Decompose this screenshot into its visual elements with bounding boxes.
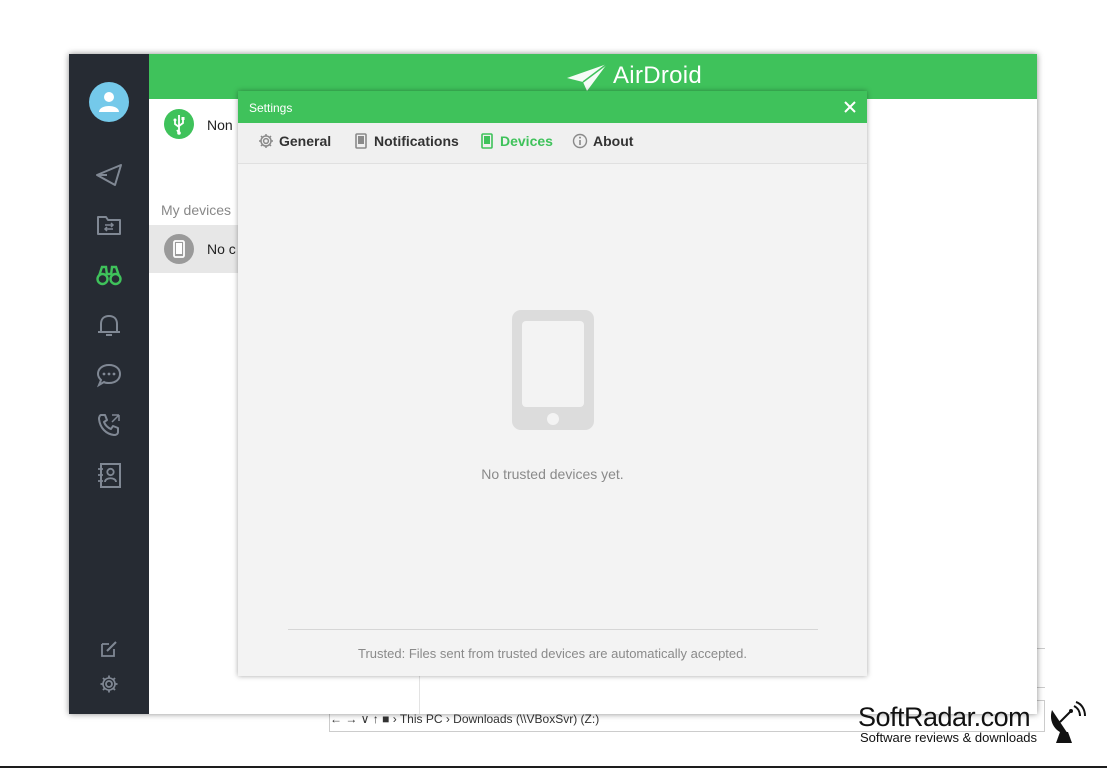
- avatar[interactable]: [89, 82, 129, 122]
- softradar-watermark: SoftRadar.com Software reviews & downloa…: [858, 701, 1098, 752]
- tab-notifications[interactable]: Notifications: [353, 133, 459, 153]
- tab-devices-label: Devices: [500, 133, 553, 149]
- airdroid-plane-icon: [567, 63, 608, 91]
- settings-dialog: Settings General Notifications Devices A…: [238, 91, 867, 676]
- divider: [288, 629, 818, 630]
- tray-down-icon: [1047, 62, 1059, 73]
- watermark-title: SoftRadar.com: [858, 702, 1031, 732]
- explorer-address-bar[interactable]: ← → ∨ ↑ ■ › This PC › Downloads (\\VBoxS…: [330, 712, 750, 726]
- close-window-button[interactable]: [1090, 60, 1107, 80]
- minimize-to-tray-button[interactable]: [1042, 60, 1064, 80]
- screen-bottom-border: [0, 766, 1107, 768]
- close-icon: [1095, 62, 1107, 74]
- usb-status-label: Non: [207, 117, 233, 133]
- settings-title: Settings: [249, 101, 293, 115]
- edit-icon[interactable]: [99, 639, 119, 659]
- background-explorer-edge: [1036, 648, 1045, 688]
- settings-close-button[interactable]: [840, 97, 860, 117]
- airdroid-logo: AirDroid: [565, 60, 702, 94]
- tab-general[interactable]: General: [258, 133, 331, 153]
- satellite-dish-icon: [1050, 701, 1086, 743]
- minimize-icon: [1071, 71, 1081, 73]
- gear-icon: [258, 133, 274, 149]
- tab-notifications-label: Notifications: [374, 133, 459, 149]
- sidebar: [69, 54, 149, 714]
- user-icon: [99, 92, 119, 112]
- phone-icon: [479, 133, 495, 150]
- tab-about-label: About: [593, 133, 634, 149]
- tab-devices[interactable]: Devices: [479, 133, 553, 153]
- device-status-label: No c: [207, 241, 236, 257]
- file-transfer-icon[interactable]: [95, 211, 123, 239]
- empty-state-phone-icon: [512, 310, 594, 430]
- device-phone-icon: [164, 234, 194, 264]
- settings-title-bar: Settings: [238, 91, 867, 123]
- settings-tabs: General Notifications Devices About: [238, 123, 867, 164]
- contacts-icon[interactable]: [95, 461, 123, 489]
- binoculars-icon[interactable]: [95, 261, 123, 289]
- phone-icon[interactable]: [95, 411, 123, 439]
- my-devices-heading: My devices: [161, 202, 232, 218]
- empty-state-message: No trusted devices yet.: [481, 466, 624, 482]
- phone-icon: [353, 133, 369, 150]
- usb-icon: [164, 109, 194, 139]
- tab-general-label: General: [279, 133, 332, 149]
- tab-about[interactable]: About: [572, 133, 633, 153]
- bell-icon[interactable]: [95, 311, 123, 339]
- send-icon[interactable]: [95, 161, 123, 189]
- trusted-footnote: Trusted: Files sent from trusted devices…: [358, 646, 747, 661]
- app-name: AirDroid: [613, 62, 703, 89]
- chat-icon[interactable]: [95, 361, 123, 389]
- gear-icon[interactable]: [99, 674, 119, 694]
- info-icon: [572, 133, 588, 149]
- watermark-subtitle: Software reviews & downloads: [860, 730, 1038, 745]
- close-icon: [844, 101, 856, 113]
- minimize-button[interactable]: [1065, 60, 1087, 80]
